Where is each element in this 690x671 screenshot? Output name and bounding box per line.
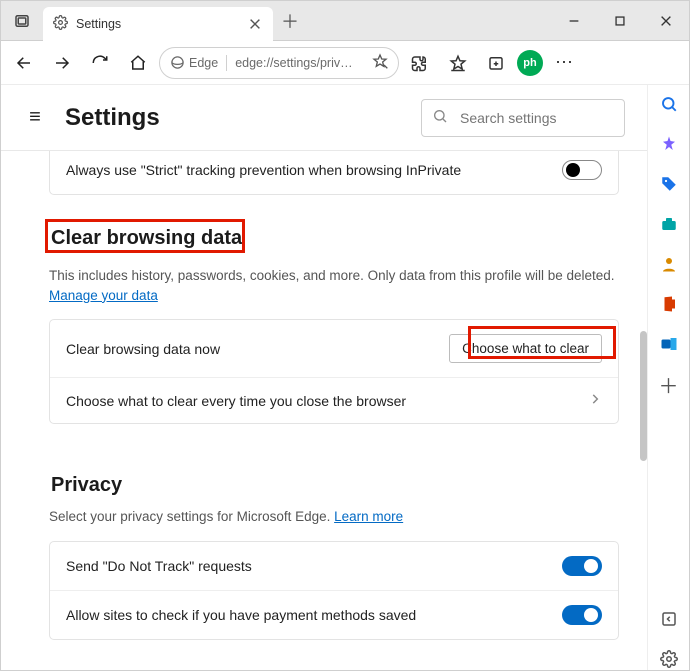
strict-tracking-label: Always use "Strict" tracking prevention … xyxy=(66,162,550,178)
sidebar-discover-icon[interactable] xyxy=(658,133,680,155)
dnt-toggle[interactable] xyxy=(562,556,602,576)
sidebar-outlook-icon[interactable] xyxy=(658,333,680,355)
clear-browsing-desc: This includes history, passwords, cookie… xyxy=(49,266,639,305)
search-settings-input[interactable] xyxy=(458,109,643,127)
favorites-icon[interactable] xyxy=(441,46,475,80)
settings-page: ≡ Settings Always use "Strict" tracking … xyxy=(1,85,647,670)
search-settings-box[interactable] xyxy=(421,99,625,137)
url-text: edge://settings/priv… xyxy=(235,56,364,70)
window-titlebar: Settings ＋ xyxy=(1,1,689,41)
sidebar-tools-icon[interactable] xyxy=(658,213,680,235)
sidebar-add-icon[interactable]: ＋ xyxy=(658,373,680,395)
favorite-star-icon[interactable] xyxy=(372,53,388,72)
refresh-button[interactable] xyxy=(83,46,117,80)
site-identity-icon: Edge xyxy=(170,55,218,70)
payment-check-label: Allow sites to check if you have payment… xyxy=(66,607,550,623)
extensions-icon[interactable] xyxy=(403,46,437,80)
strict-tracking-row[interactable]: Always use "Strict" tracking prevention … xyxy=(50,151,618,194)
tab-close-icon[interactable] xyxy=(247,16,263,32)
scrollbar-thumb[interactable] xyxy=(640,331,647,461)
clear-now-label: Clear browsing data now xyxy=(66,341,437,357)
window-close-icon[interactable] xyxy=(643,1,689,40)
dnt-row[interactable]: Send "Do Not Track" requests xyxy=(50,542,618,590)
sidebar-office-icon[interactable] xyxy=(658,293,680,315)
settings-header: ≡ Settings xyxy=(1,85,647,151)
profile-avatar[interactable]: ph xyxy=(517,50,543,76)
edge-sidebar: ＋ xyxy=(647,85,689,670)
tab-actions-icon[interactable] xyxy=(1,1,43,40)
choose-on-close-row[interactable]: Choose what to clear every time you clos… xyxy=(50,377,618,423)
new-tab-button[interactable]: ＋ xyxy=(273,1,307,40)
search-icon xyxy=(432,108,448,127)
payment-check-row[interactable]: Allow sites to check if you have payment… xyxy=(50,590,618,639)
sidebar-search-icon[interactable] xyxy=(658,93,680,115)
settings-scroll-area[interactable]: Always use "Strict" tracking prevention … xyxy=(1,151,647,670)
dnt-label: Send "Do Not Track" requests xyxy=(66,558,550,574)
address-bar[interactable]: Edge edge://settings/priv… xyxy=(159,47,399,79)
payment-check-toggle[interactable] xyxy=(562,605,602,625)
gear-icon xyxy=(53,15,68,33)
sidebar-collapse-icon[interactable] xyxy=(658,608,680,630)
window-maximize-icon[interactable] xyxy=(597,1,643,40)
choose-on-close-label: Choose what to clear every time you clos… xyxy=(66,393,576,409)
chevron-right-icon xyxy=(588,392,602,409)
annotation-highlight-button xyxy=(468,326,616,359)
clear-browsing-desc-text: This includes history, passwords, cookie… xyxy=(49,268,615,283)
forward-button[interactable] xyxy=(45,46,79,80)
back-button[interactable] xyxy=(7,46,41,80)
collections-icon[interactable] xyxy=(479,46,513,80)
site-identity-label: Edge xyxy=(189,56,218,70)
manage-your-data-link[interactable]: Manage your data xyxy=(49,288,158,303)
window-minimize-icon[interactable] xyxy=(551,1,597,40)
page-title: Settings xyxy=(65,104,160,132)
privacy-desc-text: Select your privacy settings for Microso… xyxy=(49,509,334,524)
sidebar-shopping-tag-icon[interactable] xyxy=(658,173,680,195)
privacy-desc: Select your privacy settings for Microso… xyxy=(49,507,639,527)
browser-tab[interactable]: Settings xyxy=(43,7,273,41)
annotation-highlight-heading xyxy=(45,219,245,253)
menu-icon[interactable]: ≡ xyxy=(23,106,47,129)
sidebar-games-icon[interactable] xyxy=(658,253,680,275)
tab-title: Settings xyxy=(76,17,239,31)
strict-tracking-toggle[interactable] xyxy=(562,160,602,180)
addr-divider xyxy=(226,55,227,71)
privacy-heading: Privacy xyxy=(49,470,639,501)
browser-toolbar: Edge edge://settings/priv… ph ⋯ xyxy=(1,41,689,85)
learn-more-link[interactable]: Learn more xyxy=(334,509,403,524)
home-button[interactable] xyxy=(121,46,155,80)
more-menu-icon[interactable]: ⋯ xyxy=(547,46,581,80)
sidebar-settings-gear-icon[interactable] xyxy=(658,648,680,670)
